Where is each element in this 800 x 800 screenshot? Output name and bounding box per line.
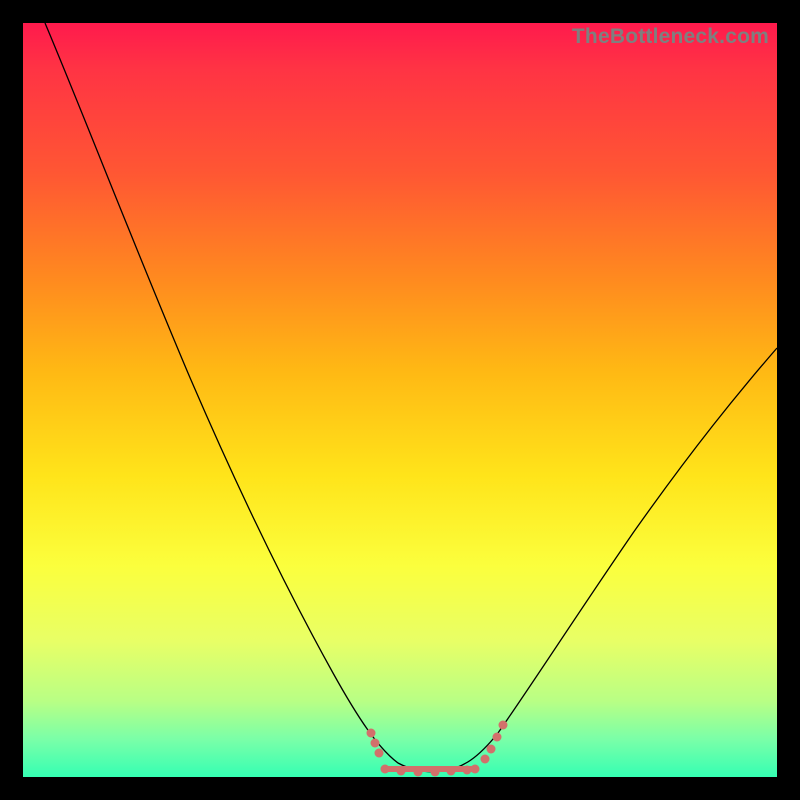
curve-path [45, 23, 777, 772]
bottom-marker-band [381, 765, 480, 777]
left-marker-cluster [367, 729, 384, 758]
bottleneck-curve [23, 23, 777, 777]
chart-frame: TheBottleneck.com [0, 0, 800, 800]
chart-plot-area: TheBottleneck.com [23, 23, 777, 777]
right-marker-cluster [481, 721, 508, 764]
